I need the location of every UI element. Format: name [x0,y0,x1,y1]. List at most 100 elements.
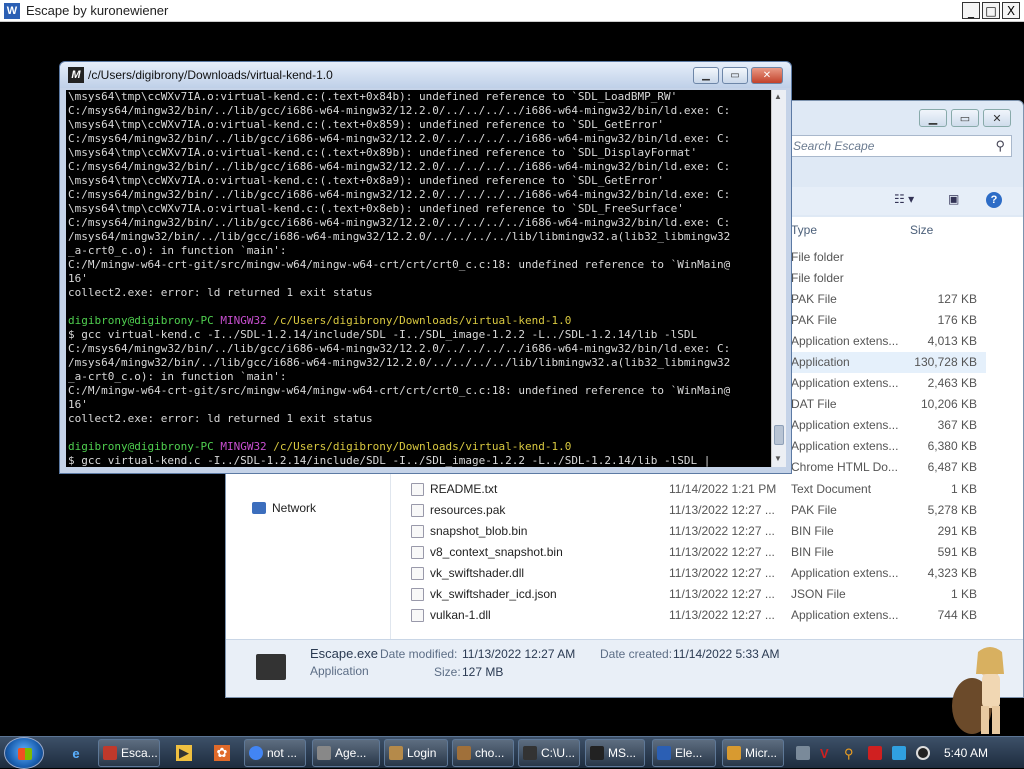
help-icon[interactable]: ? [986,192,1002,208]
scrollbar-thumb[interactable] [774,425,784,445]
tray-search-icon[interactable]: ⚲ [844,746,858,761]
file-icon [411,609,424,622]
msys-icon: M [68,67,84,83]
tray-flag-icon[interactable] [868,746,882,760]
terminal-maximize-button[interactable]: ▭ [722,67,748,84]
file-date: 11/13/2022 12:27 ... [669,608,775,622]
file-type: File folder [791,271,844,285]
explorer-close-button[interactable]: ✕ [983,109,1011,127]
file-size: 367 KB [937,418,977,432]
taskbar-button-4[interactable]: cho... [452,739,514,767]
details-modified-label: Date modified: [380,647,458,661]
file-type: Application extens... [791,439,899,453]
prompt-path: /c/Users/digibrony/Downloads/virtual-ken… [266,314,572,327]
explorer-maximize-button[interactable]: ▭ [951,109,979,127]
nav-item-network[interactable]: Network [252,501,316,515]
scroll-down-arrow-icon[interactable]: ▼ [774,454,782,463]
terminal-line: \msys64\tmp\ccWXv7IA.o:virtual-kend.c:(.… [68,174,665,187]
taskbar-button-2[interactable]: Age... [312,739,380,767]
start-button[interactable] [4,737,44,769]
prompt-path: /c/Users/digibrony/Downloads/virtual-ken… [266,440,572,453]
search-placeholder: Search Escape [793,139,875,153]
terminal-close-button[interactable]: ✕ [751,67,783,84]
internet-explorer-icon[interactable]: e [68,745,84,761]
file-row[interactable]: resources.pak 11/13/2022 12:27 ... PAK Fil… [406,500,986,521]
column-header-type[interactable]: Type [791,217,817,243]
details-created-label: Date created: [600,647,673,661]
taskbar-button-3[interactable]: Login [384,739,448,767]
explorer-minimize-button[interactable]: ▁ [919,109,947,127]
file-row[interactable]: vk_swiftshader.dll 11/13/2022 12:27 ... Ap… [406,563,986,584]
column-header-size[interactable]: Size [910,217,933,243]
maximize-button[interactable]: □ [982,2,1000,19]
view-options-icon[interactable]: ☷ ▾ [894,192,914,206]
details-modified-value: 11/13/2022 12:27 AM [462,647,576,661]
terminal-line: \msys64\tmp\ccWXv7IA.o:virtual-kend.c:(.… [68,202,684,215]
scroll-up-arrow-icon[interactable]: ▲ [774,92,782,101]
terminal-line: /msys64/mingw32/bin/../lib/gcc/i686-w64-… [68,230,731,243]
exe-file-icon [256,654,286,680]
file-size: 130,728 KB [914,355,977,369]
taskbar-button-7[interactable]: Ele... [652,739,716,767]
file-row[interactable]: vulkan-1.dll 11/13/2022 12:27 ... Applicat… [406,605,986,626]
taskbar-button-0[interactable]: Esca... [98,739,160,767]
terminal-output[interactable]: \msys64\tmp\ccWXv7IA.o:virtual-kend.c:(.… [66,90,771,467]
paint-icon[interactable]: ✿ [214,745,230,761]
terminal-line: \msys64\tmp\ccWXv7IA.o:virtual-kend.c:(.… [68,118,665,131]
file-icon [411,504,424,517]
file-row[interactable]: v8_context_snapshot.bin 11/13/2022 12:27 … [406,542,986,563]
terminal-line: C:/M/mingw-w64-crt-git/src/mingw-w64/min… [68,258,731,271]
file-name: README.txt [430,482,498,496]
minimize-button[interactable]: _ [962,2,980,19]
terminal-minimize-button[interactable]: ▁ [693,67,719,84]
media-player-icon[interactable]: ▶ [176,745,192,761]
terminal-scrollbar[interactable]: ▲ ▼ [771,90,786,467]
file-type: File folder [791,250,844,264]
terminal-title-bar[interactable]: M /c/Users/digibrony/Downloads/virtual-k… [60,62,791,88]
file-type: DAT File [791,397,837,411]
taskbar-button-8[interactable]: Micr... [722,739,784,767]
file-type: Application extens... [791,608,899,622]
file-date: 11/13/2022 12:27 ... [669,503,775,517]
search-input[interactable]: Search Escape ⚲ [786,135,1012,157]
taskbar-button-6[interactable]: MS... [585,739,645,767]
tray-settings-icon[interactable] [796,746,810,760]
window-controls: _ □ X [962,2,1020,19]
terminal-line: C:/msys64/mingw32/bin/../lib/gcc/i686-w6… [68,104,731,117]
tray-volume-icon[interactable] [916,746,930,760]
file-type: Text Document [791,482,872,496]
file-row[interactable]: README.txt 11/14/2022 1:21 PM Text Documen… [406,479,986,500]
taskbar-app-icon [389,746,403,760]
prompt-user: digibrony@digibrony-PC [68,314,214,327]
close-button[interactable]: X [1002,2,1020,19]
file-row[interactable]: vk_swiftshader_icd.json 11/13/2022 12:27 … [406,584,986,605]
terminal-prompt-line: digibrony@digibrony-PC MINGW32 /c/Users/… [68,440,771,454]
taskbar-button-5[interactable]: C:\U... [518,739,580,767]
terminal-window: M /c/Users/digibrony/Downloads/virtual-k… [59,61,792,474]
nav-item-label: Network [272,501,317,515]
file-date: 11/14/2022 1:21 PM [669,482,777,496]
taskbar-clock[interactable]: 5:40 AM [944,746,988,760]
file-name: vk_swiftshader.dll [430,566,525,580]
terminal-line: C:/msys64/mingw32/bin/../lib/gcc/i686-w6… [68,216,731,229]
file-size: 744 KB [937,608,977,622]
tray-network-icon[interactable] [892,746,906,760]
file-size: 291 KB [937,524,977,538]
file-date: 11/13/2022 12:27 ... [669,587,775,601]
taskbar-button-1[interactable]: not ... [244,739,306,767]
file-row[interactable]: snapshot_blob.bin 11/13/2022 12:27 ... BIN… [406,521,986,542]
file-name: vk_swiftshader_icd.json [430,587,557,601]
file-type: Application extens... [791,418,899,432]
file-size: 4,323 KB [927,566,977,580]
search-icon[interactable]: ⚲ [995,138,1005,154]
details-pane: Escape.exe Application Date modified: 11… [226,639,1023,697]
tray-antivirus-icon[interactable]: V [820,746,834,761]
preview-pane-icon[interactable]: ▣ [948,192,959,206]
file-size: 6,487 KB [927,460,977,474]
file-size: 5,278 KB [927,503,977,517]
file-date: 11/13/2022 12:27 ... [669,545,775,559]
taskbar-app-icon [657,746,671,760]
terminal-line: C:/msys64/mingw32/bin/../lib/gcc/i686-w6… [68,132,731,145]
terminal-line: \msys64\tmp\ccWXv7IA.o:virtual-kend.c:(.… [68,146,698,159]
